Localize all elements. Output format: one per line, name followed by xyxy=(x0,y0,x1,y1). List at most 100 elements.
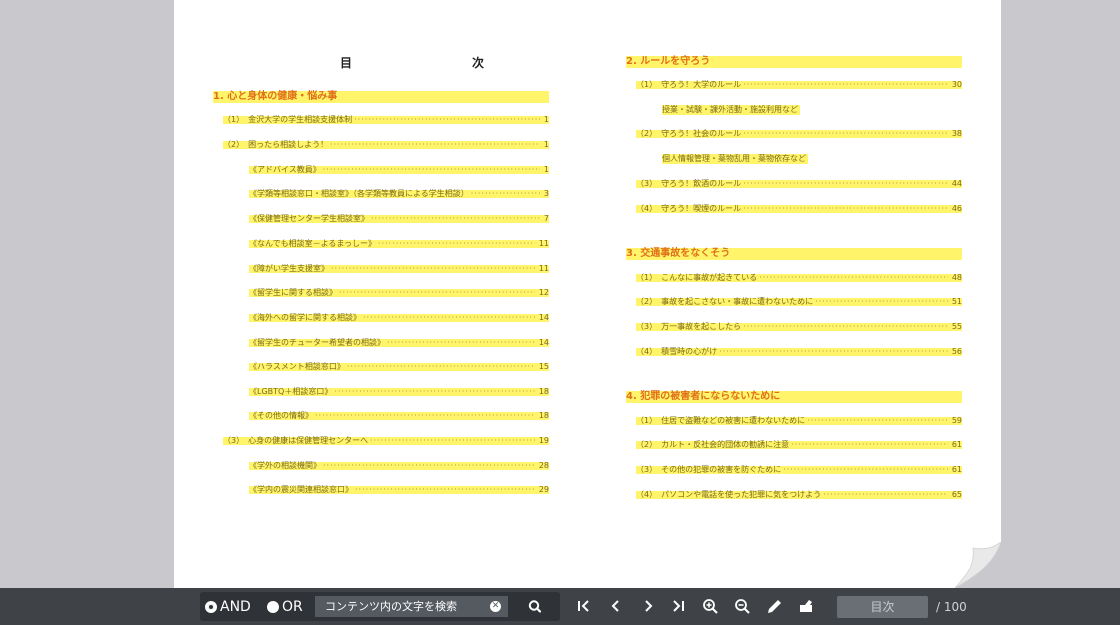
toc-leader: ········································… xyxy=(323,462,535,470)
toc-subnote: 個人情報管理・薬物乱用・薬物依存など xyxy=(662,154,808,164)
and-radio[interactable]: AND xyxy=(205,599,251,615)
toc-entry[interactable]: 《留学生のチューター希望者の相談》 ······················… xyxy=(249,339,549,347)
search-input[interactable]: コンテンツ内の文字を検索 xyxy=(315,596,508,617)
zoom-in-icon[interactable] xyxy=(701,597,721,617)
toc-section[interactable]: 4. 犯罪の被害者にならないために xyxy=(626,391,962,403)
toc-entry-label: 《アドバイス教員》 xyxy=(249,165,321,174)
toc-entry-label: 《LGBTQ＋相談窓口》 xyxy=(249,387,333,396)
toc-entry-page: 11 xyxy=(538,239,549,248)
next-page-icon[interactable] xyxy=(638,597,658,617)
page-number-input[interactable]: 目次 xyxy=(837,596,928,618)
toc-leader: ········································… xyxy=(743,130,948,138)
toc-entry[interactable]: 《LGBTQ＋相談窓口》 ···························… xyxy=(249,388,549,396)
clear-icon[interactable]: ✕ xyxy=(490,601,501,612)
toc-section[interactable]: 2. ルールを守ろう xyxy=(626,56,962,68)
toc-entry[interactable]: 《学類等相談窓口・相談室》（各学類等教員による学生相談） ···········… xyxy=(249,190,549,198)
toc-entry-page: 18 xyxy=(538,411,549,420)
toc-leader: ········································… xyxy=(815,298,948,306)
toc-entry-label: 《ハラスメント相談窓口》 xyxy=(249,362,345,371)
page-total: / 100 xyxy=(936,600,967,614)
toc-leader: ········································… xyxy=(791,441,948,449)
toc-entry[interactable]: （2） 事故を起こさない・事故に遭わないために ················… xyxy=(636,298,962,306)
toc-entry[interactable]: （3） 守ろう！飲酒のルール ·························… xyxy=(636,180,962,188)
toc-entry-label: （4） 守ろう！喫煙のルール xyxy=(636,204,742,213)
toc-entry[interactable]: 《ハラスメント相談窓口》 ···························… xyxy=(249,363,549,371)
toc-entry[interactable]: （2） 困ったら相談しよう！ ·························… xyxy=(223,141,549,149)
toc-entry-label: （1） 守ろう！大学のルール xyxy=(636,80,742,89)
toc-entry-label: （2） 事故を起こさない・事故に遭わないために xyxy=(636,297,814,306)
toc-entry[interactable]: 《海外への留学に関する相談》 ·························… xyxy=(249,314,549,322)
search-group: AND OR コンテンツ内の文字を検索 ✕ xyxy=(200,592,560,621)
toc-subnote: 授業・試験・課外活動・施設利用など xyxy=(662,105,800,115)
toc-entry-page: 19 xyxy=(538,436,549,445)
toc-entry[interactable]: （2） 守ろう！社会のルール ·························… xyxy=(636,130,962,138)
toc-entry[interactable]: 《保健管理センター学生相談室》 ························… xyxy=(249,215,549,223)
toc-entry[interactable]: （4） 守ろう！喫煙のルール ·························… xyxy=(636,205,962,213)
toc-leader: ········································… xyxy=(331,265,535,273)
toc-entry-label: 《障がい学生支援室》 xyxy=(249,264,329,273)
toc-entry-page: 11 xyxy=(538,264,549,273)
page-curl-icon[interactable] xyxy=(955,542,1001,588)
toc-entry[interactable]: 《留学生に関する相談》 ····························… xyxy=(249,289,549,297)
toc-entry[interactable]: （4） 積雪時の心がけ ····························… xyxy=(636,348,962,356)
toc-entry[interactable]: （3） 心身の健康は保健管理センターへ ····················… xyxy=(223,437,549,445)
toc-entry[interactable]: 《アドバイス教員》 ······························… xyxy=(249,166,549,174)
toc-entry-page: 1 xyxy=(543,140,549,149)
toc-leader: ········································… xyxy=(370,437,535,445)
toc-section[interactable]: 1. 心と身体の健康・悩み事 xyxy=(213,91,549,103)
toc-entry-label: 《留学生に関する相談》 xyxy=(249,288,337,297)
toc-entry[interactable]: （1） こんなに事故が起きている ·······················… xyxy=(636,274,962,282)
toc-entry[interactable]: （3） その他の犯罪の被害を防ぐために ····················… xyxy=(636,466,962,474)
left-page: 目 次 1. 心と身体の健康・悩み事 （1） 金沢大学の学生相談支援体制 ···… xyxy=(174,0,587,588)
toc-entry-page: 28 xyxy=(538,461,549,470)
toc-entry[interactable]: 《障がい学生支援室》 ·····························… xyxy=(249,265,549,273)
zoom-out-icon[interactable] xyxy=(733,597,753,617)
page-spread: 目 次 1. 心と身体の健康・悩み事 （1） 金沢大学の学生相談支援体制 ···… xyxy=(174,0,1001,588)
first-page-icon[interactable] xyxy=(574,597,594,617)
toc-entry-label: （1） 金沢大学の学生相談支援体制 xyxy=(223,115,353,124)
toc-leader: ········································… xyxy=(330,141,540,149)
last-page-icon[interactable] xyxy=(669,597,689,617)
toc-entry[interactable]: （2） カルト・反社会的団体の勧誘に注意 ···················… xyxy=(636,441,962,449)
or-radio[interactable]: OR xyxy=(267,599,303,615)
toc-leader: ········································… xyxy=(346,363,535,371)
toc-leader: ········································… xyxy=(371,215,540,223)
toc-entry-page: 55 xyxy=(951,322,962,331)
toc-entry[interactable]: （1） 金沢大学の学生相談支援体制 ······················… xyxy=(223,116,549,124)
toc-leader: ········································… xyxy=(470,190,540,198)
toc-entry[interactable]: 《その他の情報》 ·······························… xyxy=(249,412,549,420)
toc-leader: ········································… xyxy=(743,81,948,89)
toc-entry-label: 《海外への留学に関する相談》 xyxy=(249,313,361,322)
toc-leader: ········································… xyxy=(354,116,540,124)
toc-entry[interactable]: （4） パソコンや電話を使った犯罪に気をつけよう ···············… xyxy=(636,491,962,499)
toc-leader: ········································… xyxy=(334,388,534,396)
toc-entry-label: 《学内の震災関連相談窓口》 xyxy=(249,485,353,494)
toc-entry[interactable]: （3） 万一事故を起こしたら ·························… xyxy=(636,323,962,331)
toc-leader: ········································… xyxy=(759,274,948,282)
toc-entry[interactable]: 《なんでも相談室－よるまっしー》 ·······················… xyxy=(249,240,549,248)
toc-leader: ········································… xyxy=(743,205,948,213)
search-button[interactable] xyxy=(518,596,552,617)
marker-icon[interactable] xyxy=(797,597,817,617)
toc-entry-page: 14 xyxy=(538,338,549,347)
toc-entry-label: （3） 万一事故を起こしたら xyxy=(636,322,742,331)
toc-leader: ········································… xyxy=(743,323,948,331)
toc-leader: ········································… xyxy=(363,314,535,322)
toc-section-label: 1. 心と身体の健康・悩み事 xyxy=(213,91,338,102)
toc-leader: ········································… xyxy=(355,486,535,494)
document-viewer: 目 次 1. 心と身体の健康・悩み事 （1） 金沢大学の学生相談支援体制 ···… xyxy=(0,0,1120,588)
toc-entry[interactable]: （1） 住居で盗難などの被害に遭わないために ·················… xyxy=(636,417,962,425)
toc-entry[interactable]: （1） 守ろう！大学のルール ·························… xyxy=(636,81,962,89)
toc-entry-label: （2） 守ろう！社会のルール xyxy=(636,129,742,138)
pen-icon[interactable] xyxy=(765,597,785,617)
toc-entry-page: 46 xyxy=(951,204,962,213)
toc-entry-label: 《なんでも相談室－よるまっしー》 xyxy=(249,239,377,248)
toc-entry[interactable]: 《学内の震災関連相談窓口》 ··························… xyxy=(249,486,549,494)
toc-section[interactable]: 3. 交通事故をなくそう xyxy=(626,248,962,260)
prev-page-icon[interactable] xyxy=(606,597,626,617)
toc-entry[interactable]: 《学外の相談機関》 ······························… xyxy=(249,462,549,470)
or-label: OR xyxy=(282,599,303,615)
toc-leader: ········································… xyxy=(743,180,948,188)
toc-entry-label: （1） こんなに事故が起きている xyxy=(636,273,758,282)
toc-leader: ········································… xyxy=(719,348,948,356)
